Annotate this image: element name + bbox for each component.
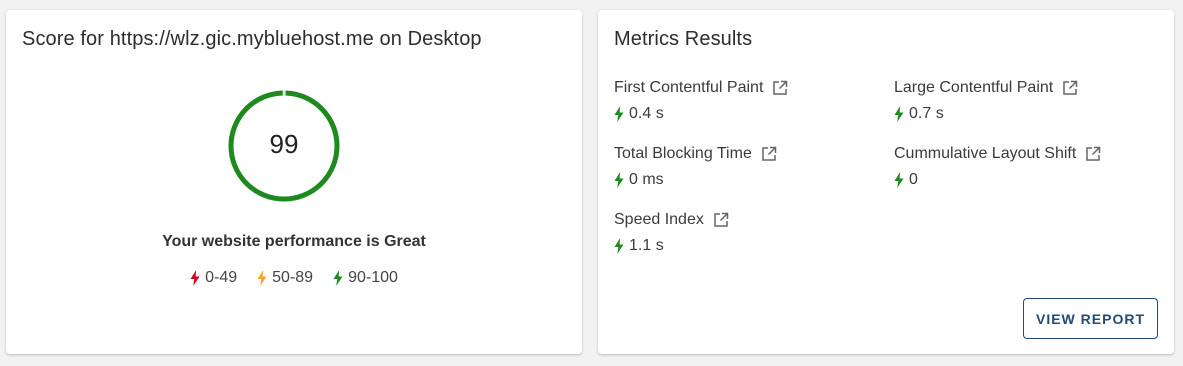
- bolt-icon: [614, 172, 624, 188]
- metric-value: 0: [909, 171, 918, 188]
- bolt-icon: [894, 172, 904, 188]
- bolt-icon: [257, 270, 267, 286]
- score-gauge: 99: [228, 90, 340, 202]
- view-report-button[interactable]: VIEW REPORT: [1023, 298, 1158, 339]
- external-link-icon[interactable]: [1062, 80, 1078, 96]
- metric-value: 0.7 s: [909, 105, 944, 122]
- score-legend: 0-49 50-89 90-100: [6, 269, 582, 287]
- external-link-icon[interactable]: [772, 80, 788, 96]
- legend-label: 90-100: [348, 269, 398, 286]
- score-card-title: Score for https://wlz.gic.mybluehost.me …: [22, 28, 482, 50]
- external-link-icon[interactable]: [1085, 146, 1101, 162]
- metric-cumulative-layout-shift: Cummulative Layout Shift 0: [894, 144, 1154, 190]
- score-card: Score for https://wlz.gic.mybluehost.me …: [6, 10, 582, 354]
- external-link-icon[interactable]: [761, 146, 777, 162]
- legend-label: 0-49: [205, 269, 238, 286]
- legend-item-average: 50-89: [257, 269, 313, 287]
- bolt-icon: [614, 238, 624, 254]
- metric-value: 0.4 s: [629, 105, 664, 122]
- bolt-icon: [333, 270, 343, 286]
- metric-first-contentful-paint: First Contentful Paint 0.4 s: [614, 78, 874, 124]
- bolt-icon: [190, 270, 200, 286]
- metrics-card: Metrics Results First Contentful Paint 0…: [598, 10, 1174, 354]
- metric-large-contentful-paint: Large Contentful Paint 0.7 s: [894, 78, 1154, 124]
- external-link-icon[interactable]: [713, 212, 729, 228]
- metric-label: First Contentful Paint: [614, 79, 764, 96]
- bolt-icon: [614, 106, 624, 122]
- metrics-card-title: Metrics Results: [614, 28, 753, 50]
- performance-status-text: Your website performance is Great: [162, 233, 426, 250]
- metric-value: 1.1 s: [629, 237, 664, 254]
- legend-item-poor: 0-49: [190, 269, 237, 287]
- metric-speed-index: Speed Index 1.1 s: [614, 210, 874, 256]
- legend-label: 50-89: [272, 269, 314, 286]
- metric-label: Large Contentful Paint: [894, 79, 1054, 96]
- legend-item-good: 90-100: [333, 269, 398, 287]
- metric-label: Cummulative Layout Shift: [894, 145, 1077, 162]
- score-value: 99: [269, 129, 299, 159]
- metric-label: Total Blocking Time: [614, 145, 752, 162]
- bolt-icon: [894, 106, 904, 122]
- metric-value: 0 ms: [629, 171, 664, 188]
- metric-total-blocking-time: Total Blocking Time 0 ms: [614, 144, 874, 190]
- metric-label: Speed Index: [614, 211, 704, 228]
